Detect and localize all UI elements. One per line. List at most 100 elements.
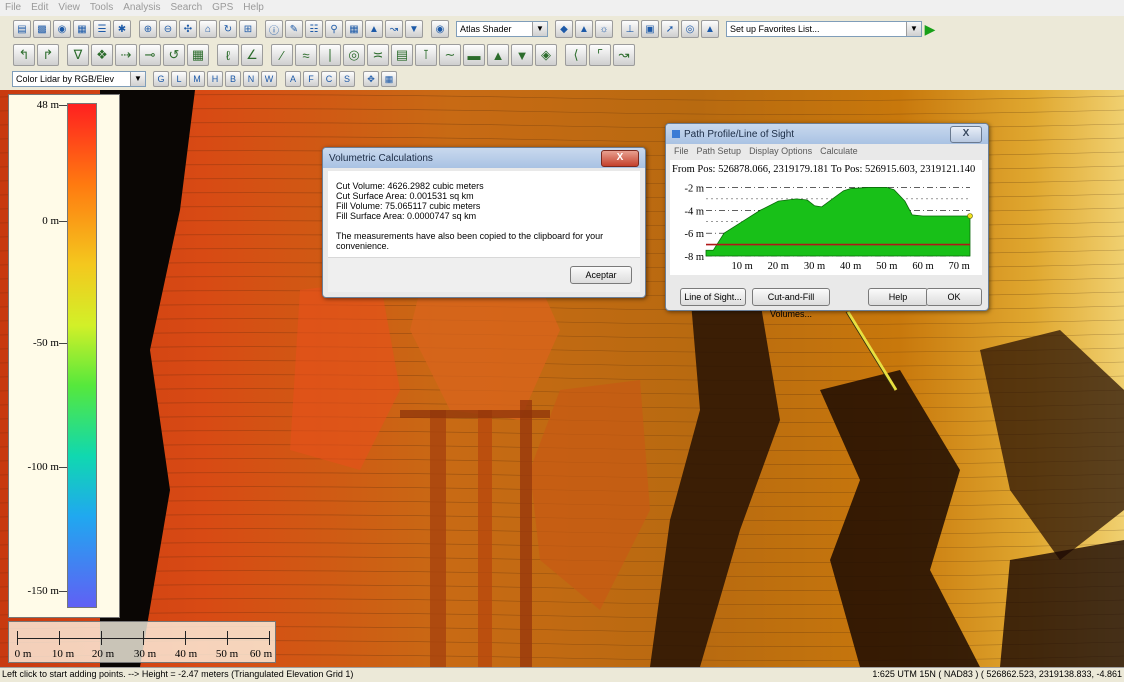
menu-edit[interactable]: Edit [26, 0, 53, 16]
lidar-expand-icon[interactable]: ✥ [363, 71, 379, 87]
accept-button[interactable]: Aceptar [570, 266, 632, 284]
line-of-sight-button[interactable]: Line of Sight... [680, 288, 746, 306]
snap-icon[interactable]: ↝ [613, 44, 635, 66]
menu-gps[interactable]: GPS [207, 0, 238, 16]
measure-icon[interactable]: ✱ [113, 20, 131, 38]
path-profile-footer: Line of Sight... Cut-and-Fill Volumes...… [666, 288, 988, 319]
chevron-down-icon[interactable]: ▼ [130, 72, 145, 86]
menu-help[interactable]: Help [238, 0, 269, 16]
lidar-water-icon[interactable]: W [261, 71, 277, 87]
path-icon[interactable]: ↝ [385, 20, 403, 38]
profile-tool-icon[interactable]: ⊥ [621, 20, 639, 38]
slope-icon[interactable]: ∣ [319, 44, 341, 66]
lidar-med-veg-icon[interactable]: M [189, 71, 205, 87]
create-area-icon[interactable]: ↱ [37, 44, 59, 66]
volumetric-dialog-titlebar[interactable]: Volumetric Calculations X [323, 148, 645, 168]
lasso-icon[interactable]: ℓ [217, 44, 239, 66]
pp-menu-file[interactable]: File [670, 146, 693, 156]
search-map-icon[interactable]: ⚲ [325, 20, 343, 38]
config-icon[interactable]: ☰ [93, 20, 111, 38]
close-button[interactable]: X [950, 126, 982, 143]
layer-color-select[interactable]: Color Lidar by RGB/Elev ▼ [12, 71, 146, 87]
cursor-tool-icon[interactable]: ➚ [661, 20, 679, 38]
help-button[interactable]: Help [868, 288, 928, 306]
buffer-icon[interactable]: ◎ [343, 44, 365, 66]
gps-icon[interactable]: ◎ [681, 20, 699, 38]
terrain-paint-icon[interactable]: ◈ [535, 44, 557, 66]
pp-menu-display-options[interactable]: Display Options [745, 146, 816, 156]
create-line-icon[interactable]: ↰ [13, 44, 35, 66]
view-3d-icon[interactable]: ▣ [641, 20, 659, 38]
move-feature-icon[interactable]: ❖ [91, 44, 113, 66]
lidar-high-veg-icon[interactable]: H [207, 71, 223, 87]
zoom-out-icon[interactable]: ⊖ [159, 20, 177, 38]
split-icon[interactable]: ⇢ [115, 44, 137, 66]
play-icon[interactable]: ▶ [922, 21, 938, 37]
shader-select[interactable]: Atlas Shader ▼ [456, 21, 548, 37]
feature-info-icon[interactable]: ⓘ [265, 20, 283, 38]
volume-icon[interactable]: ▤ [391, 44, 413, 66]
menu-analysis[interactable]: Analysis [118, 0, 165, 16]
grid-feature-icon[interactable]: ▦ [187, 44, 209, 66]
save-icon[interactable]: ▩ [33, 20, 51, 38]
smooth-icon[interactable]: ∼ [439, 44, 461, 66]
lidar-classify-icon[interactable]: C [321, 71, 337, 87]
menu-search[interactable]: Search [165, 0, 207, 16]
pp-menu-path-setup[interactable]: Path Setup [693, 146, 746, 156]
chevron-down-icon[interactable]: ▼ [532, 22, 547, 36]
north-arrow-icon[interactable]: ▲ [701, 20, 719, 38]
lidar-all-icon[interactable]: A [285, 71, 301, 87]
line-angle-icon[interactable]: ⟨ [565, 44, 587, 66]
legend-label: -50 m [33, 337, 59, 349]
table-icon[interactable]: ☷ [305, 20, 323, 38]
lidar-noise-icon[interactable]: N [243, 71, 259, 87]
lidar-select-icon[interactable]: S [339, 71, 355, 87]
cut-fill-icon[interactable]: ⊺ [415, 44, 437, 66]
angle-icon[interactable]: ∠ [241, 44, 263, 66]
digitize-icon[interactable]: ✎ [285, 20, 303, 38]
volumetric-dialog-title: Volumetric Calculations [329, 152, 433, 164]
terrain-icon[interactable]: ▲ [575, 20, 593, 38]
contour-icon[interactable]: ≈ [295, 44, 317, 66]
tree-icon[interactable]: ▲ [365, 20, 383, 38]
close-button[interactable]: X [601, 150, 639, 167]
path-profile-titlebar[interactable]: Path Profile/Line of Sight X [666, 124, 988, 144]
layers-icon[interactable]: ▦ [73, 20, 91, 38]
menu-view[interactable]: View [53, 0, 85, 16]
pp-menu-calculate[interactable]: Calculate [816, 146, 862, 156]
home-icon[interactable]: ⌂ [199, 20, 217, 38]
raise-icon[interactable]: ▲ [487, 44, 509, 66]
lighting-icon[interactable]: ☼ [595, 20, 613, 38]
shader-options-icon[interactable]: ◆ [555, 20, 573, 38]
favorites-select[interactable]: Set up Favorites List... ▼ [726, 21, 922, 37]
open-folder-icon[interactable]: ▤ [13, 20, 31, 38]
lidar-filter-icon[interactable]: F [303, 71, 319, 87]
lidar-building-icon[interactable]: B [225, 71, 241, 87]
chevron-down-icon[interactable]: ▼ [906, 22, 921, 36]
grid-icon[interactable]: ⊞ [239, 20, 257, 38]
image-icon[interactable]: ▦ [345, 20, 363, 38]
lidar-low-veg-icon[interactable]: L [171, 71, 187, 87]
merge-icon[interactable]: ⊸ [139, 44, 161, 66]
measure-line-icon[interactable]: ∕ [271, 44, 293, 66]
refresh-icon[interactable]: ↻ [219, 20, 237, 38]
menu-tools[interactable]: Tools [85, 0, 118, 16]
path-profile-menu: File Path Setup Display Options Calculat… [666, 144, 988, 158]
scale-tick [227, 631, 228, 645]
watershed-icon[interactable]: ≍ [367, 44, 389, 66]
lower-icon[interactable]: ▼ [511, 44, 533, 66]
corner-icon[interactable]: ⌜ [589, 44, 611, 66]
ok-button[interactable]: OK [926, 288, 982, 306]
menu-file[interactable]: File [0, 0, 26, 16]
lidar-ground-icon[interactable]: G [153, 71, 169, 87]
zoom-in-icon[interactable]: ⊕ [139, 20, 157, 38]
pan-icon[interactable]: ✣ [179, 20, 197, 38]
flatten-icon[interactable]: ▬ [463, 44, 485, 66]
binoculars-icon[interactable]: ◉ [431, 20, 449, 38]
rotate-icon[interactable]: ↺ [163, 44, 185, 66]
edit-vertex-icon[interactable]: ∇ [67, 44, 89, 66]
globe-icon[interactable]: ◉ [53, 20, 71, 38]
lidar-grid-icon[interactable]: ▦ [381, 71, 397, 87]
filter-icon[interactable]: ▼ [405, 20, 423, 38]
cut-and-fill-button[interactable]: Cut-and-Fill Volumes... [752, 288, 830, 319]
